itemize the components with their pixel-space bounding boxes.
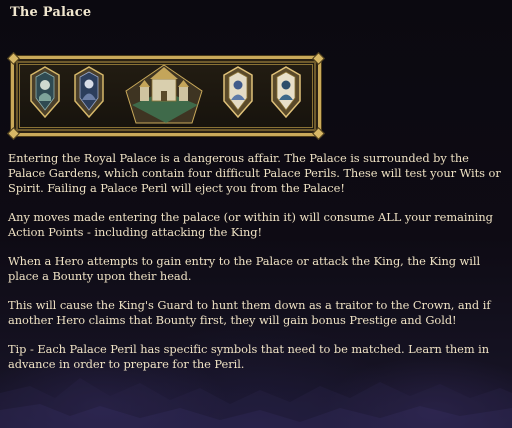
description-paragraph: Any moves made entering the palace (or w…	[8, 210, 493, 239]
royal-palace-icon	[125, 64, 203, 124]
description-paragraph: When a Hero attempts to gain entry to th…	[8, 254, 481, 283]
palace-banner	[7, 52, 325, 140]
panel-title: The Palace	[10, 5, 92, 20]
palace-peril-card-2-icon	[74, 66, 104, 119]
palace-peril-card-3-icon	[223, 66, 253, 119]
palace-description: Entering the Royal Palace is a dangerous…	[8, 151, 506, 386]
description-paragraph: Entering the Royal Palace is a dangerous…	[8, 151, 501, 195]
palace-peril-card-1-icon	[30, 66, 60, 119]
tip-paragraph: Tip - Each Palace Peril has specific sym…	[8, 342, 490, 371]
description-paragraph: This will cause the King's Guard to hunt…	[8, 298, 491, 327]
palace-peril-card-4-icon	[271, 66, 301, 119]
banner-illustrations	[30, 64, 301, 124]
